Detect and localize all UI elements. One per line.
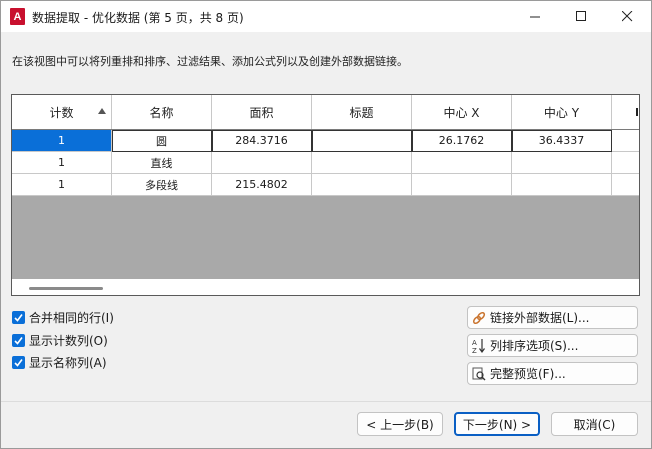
description-text: 在该视图中可以将列重排和排序、过滤结果、添加公式列以及创建外部数据链接。: [12, 55, 408, 68]
table-cell[interactable]: 215.4802: [212, 174, 312, 196]
next-button[interactable]: 下一步(N) >: [454, 412, 540, 436]
table-cell[interactable]: 1: [12, 130, 112, 152]
table-cell[interactable]: 284.3716: [212, 130, 312, 152]
table-cell[interactable]: [312, 130, 412, 152]
sort-az-icon: AZ: [471, 338, 487, 354]
table-cell[interactable]: 1: [12, 152, 112, 174]
svg-text:Z: Z: [472, 347, 477, 354]
horizontal-scrollbar[interactable]: [12, 279, 639, 295]
show-count-label: 显示计数列(O): [29, 334, 108, 348]
table-cell[interactable]: [312, 152, 412, 174]
table-cell[interactable]: 直线: [112, 152, 212, 174]
checkbox-checked-icon[interactable]: [12, 311, 25, 324]
table-cell[interactable]: 圆: [112, 130, 212, 152]
data-grid[interactable]: 计数 名称 面积 标题 中心 X 中心 Y 1 圆 284.3716 26.17…: [11, 94, 640, 296]
table-cell[interactable]: [212, 152, 312, 174]
column-header-title[interactable]: 标题: [312, 95, 412, 129]
minimize-button[interactable]: [512, 1, 558, 32]
table-row[interactable]: 1 多段线 215.4802: [12, 174, 639, 196]
link-external-data-label: 链接外部数据(L)...: [490, 311, 590, 325]
column-header-overflow[interactable]: [612, 95, 639, 129]
show-name-label: 显示名称列(A): [29, 356, 107, 370]
table-cell[interactable]: [312, 174, 412, 196]
cancel-button[interactable]: 取消(C): [551, 412, 638, 436]
column-edge-marker: [636, 108, 638, 116]
column-header-label: 中心 Y: [543, 105, 580, 120]
table-cell[interactable]: 36.4337: [512, 130, 612, 152]
table-cell[interactable]: [512, 174, 612, 196]
window-title: 数据提取 - 优化数据 (第 5 页，共 8 页): [32, 11, 244, 25]
grid-body: 1 圆 284.3716 26.1762 36.4337 1 直线 1 多段线: [12, 130, 639, 196]
column-header-label: 名称: [149, 105, 174, 120]
table-cell[interactable]: [512, 152, 612, 174]
column-header-name[interactable]: 名称: [112, 95, 212, 129]
column-header-label: 计数: [49, 105, 74, 120]
table-cell[interactable]: 26.1762: [412, 130, 512, 152]
checkbox-checked-icon[interactable]: [12, 356, 25, 369]
scrollbar-thumb[interactable]: [29, 287, 103, 290]
table-cell[interactable]: [612, 130, 639, 152]
column-header-center-y[interactable]: 中心 Y: [512, 95, 612, 129]
sort-columns-label: 列排序选项(S)...: [490, 339, 579, 353]
close-button[interactable]: [604, 1, 650, 32]
preview-magnifier-icon: [471, 366, 487, 382]
dialog-window: A 数据提取 - 优化数据 (第 5 页，共 8 页) 在该视图中可以将列重排和…: [0, 0, 652, 449]
combine-rows-label: 合并相同的行(I): [29, 311, 114, 325]
chain-link-icon: [471, 310, 487, 326]
close-icon: [621, 11, 632, 22]
svg-text:A: A: [472, 339, 477, 347]
table-cell[interactable]: [412, 152, 512, 174]
link-external-data-button[interactable]: 链接外部数据(L)...: [467, 306, 638, 329]
full-preview-button[interactable]: 完整预览(F)...: [467, 362, 638, 385]
sort-ascending-icon: [98, 108, 106, 114]
table-cell[interactable]: 1: [12, 174, 112, 196]
combine-rows-checkbox[interactable]: 合并相同的行(I): [12, 309, 114, 326]
maximize-icon: [575, 11, 586, 21]
maximize-button[interactable]: [558, 1, 604, 32]
checkbox-checked-icon[interactable]: [12, 334, 25, 347]
sort-columns-button[interactable]: AZ 列排序选项(S)...: [467, 334, 638, 357]
table-cell[interactable]: [612, 174, 639, 196]
table-cell[interactable]: [612, 152, 639, 174]
full-preview-label: 完整预览(F)...: [490, 367, 566, 381]
show-count-checkbox[interactable]: 显示计数列(O): [12, 332, 108, 349]
grid-header: 计数 名称 面积 标题 中心 X 中心 Y: [12, 95, 639, 130]
column-header-area[interactable]: 面积: [212, 95, 312, 129]
table-row[interactable]: 1 直线: [12, 152, 639, 174]
back-button[interactable]: < 上一步(B): [357, 412, 443, 436]
column-header-label: 面积: [249, 105, 274, 120]
title-bar[interactable]: A 数据提取 - 优化数据 (第 5 页，共 8 页): [1, 1, 651, 32]
table-row[interactable]: 1 圆 284.3716 26.1762 36.4337: [12, 130, 639, 152]
autocad-app-icon: A: [10, 8, 25, 25]
footer-divider: [1, 401, 651, 402]
column-header-center-x[interactable]: 中心 X: [412, 95, 512, 129]
show-name-checkbox[interactable]: 显示名称列(A): [12, 354, 107, 371]
column-header-count[interactable]: 计数: [12, 95, 112, 129]
table-cell[interactable]: 多段线: [112, 174, 212, 196]
minimize-icon: [529, 16, 540, 18]
column-header-label: 标题: [349, 105, 374, 120]
table-cell[interactable]: [412, 174, 512, 196]
column-header-label: 中心 X: [443, 105, 480, 120]
